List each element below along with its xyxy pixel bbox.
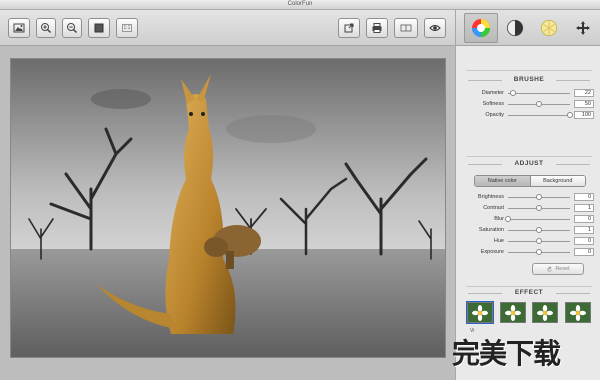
softness-value[interactable]: 50: [574, 100, 594, 108]
move-tab[interactable]: [566, 13, 600, 43]
saturation-row: Saturation 1: [466, 226, 594, 235]
actual-size-button[interactable]: 1:1: [116, 18, 138, 38]
title-bar: ColorFun: [0, 0, 600, 10]
reset-button[interactable]: Reset: [532, 263, 584, 275]
print-icon: [372, 23, 382, 33]
blur-slider[interactable]: [508, 219, 570, 220]
color-wheel-tab[interactable]: [464, 13, 498, 43]
contrast-label: Contrast: [483, 205, 504, 211]
color-mode-toggle: Native color Background: [474, 175, 586, 187]
opacity-row: Opacity 100: [466, 111, 594, 120]
reset-icon: [547, 265, 552, 272]
move-icon: [576, 21, 590, 35]
diameter-label: Diameter: [481, 90, 504, 96]
brightness-value[interactable]: 0: [574, 193, 594, 201]
diameter-slider[interactable]: [508, 93, 570, 94]
exposure-value[interactable]: 0: [574, 248, 594, 256]
exposure-slider-knob[interactable]: [536, 249, 542, 255]
saturation-slider-knob[interactable]: [536, 227, 542, 233]
exposure-row: Exposure 0: [466, 248, 594, 257]
effect-title: EFFECT: [468, 289, 590, 296]
background-button[interactable]: Background: [530, 176, 585, 186]
diameter-value[interactable]: 22: [574, 89, 594, 97]
brightness-label: Brightness: [478, 194, 504, 200]
split-view-icon: [400, 24, 412, 32]
zoom-out-button[interactable]: [62, 18, 82, 38]
brightness-row: Brightness 0: [466, 193, 594, 202]
kangaroo-photo: [11, 59, 445, 357]
photo-canvas[interactable]: [10, 58, 446, 358]
blur-row: Blur 0: [466, 215, 594, 224]
eye-icon: [429, 25, 441, 31]
softness-label: Softness: [482, 101, 504, 107]
blur-value[interactable]: 0: [574, 215, 594, 223]
exposure-label: Exposure: [480, 249, 504, 255]
watermark-logo: 完美下载: [452, 337, 561, 370]
saturation-label: Saturation: [478, 227, 504, 233]
effect-thumb[interactable]: [466, 301, 494, 324]
diameter-slider-knob[interactable]: [509, 90, 516, 96]
tools-panel: BRUSHE Diameter 22 Softness 50 Opacity 1…: [455, 10, 600, 380]
grayscale-tab[interactable]: [498, 13, 532, 43]
window-title: ColorFun: [287, 1, 313, 7]
effect-thumb[interactable]: [532, 302, 559, 323]
print-button[interactable]: [366, 18, 388, 38]
flower-icon: [537, 304, 554, 321]
divider: [466, 286, 592, 287]
pattern-tab[interactable]: [532, 13, 566, 43]
brushe-title: BRUSHE: [468, 76, 590, 83]
export-icon: [344, 23, 354, 33]
opacity-value[interactable]: 100: [574, 111, 594, 119]
contrast-value[interactable]: 1: [574, 204, 594, 212]
open-image-button[interactable]: [8, 18, 30, 38]
native-color-button[interactable]: Native color: [475, 176, 531, 186]
zoom-in-icon: [41, 23, 52, 34]
saturation-value[interactable]: 1: [574, 226, 594, 234]
hue-value[interactable]: 0: [574, 237, 594, 245]
diameter-row: Diameter 22: [466, 89, 594, 98]
effect-thumb[interactable]: [564, 302, 591, 323]
image-icon: [13, 23, 25, 33]
brightness-slider-knob[interactable]: [536, 194, 542, 200]
flower-icon: [569, 304, 586, 321]
opacity-slider-knob[interactable]: [567, 112, 573, 118]
opacity-slider[interactable]: [508, 115, 570, 116]
compare-button[interactable]: [394, 18, 418, 38]
adjust-title: ADJUST: [468, 160, 590, 167]
pattern-icon: [540, 19, 558, 37]
flower-icon: [472, 304, 488, 321]
blur-label: Blur: [494, 216, 504, 222]
zoom-out-icon: [67, 23, 78, 34]
softness-row: Softness 50: [466, 100, 594, 109]
actual-size-icon: 1:1: [121, 24, 133, 32]
grayscale-icon: [506, 19, 524, 37]
opacity-label: Opacity: [485, 112, 504, 118]
panel-tabs: [456, 10, 600, 46]
effect-thumbnails: [466, 301, 591, 324]
hue-slider-knob[interactable]: [536, 238, 542, 244]
reset-label: Reset: [555, 266, 570, 272]
color-wheel-icon: [472, 19, 490, 37]
hue-row: Hue 0: [466, 237, 594, 246]
contrast-row: Contrast 1: [466, 204, 594, 213]
divider: [466, 156, 592, 157]
effect-thumb[interactable]: [499, 302, 526, 323]
zoom-in-button[interactable]: [36, 18, 56, 38]
fit-icon: [94, 23, 104, 33]
hue-label: Hue: [493, 238, 504, 244]
blur-slider-knob[interactable]: [505, 216, 511, 222]
contrast-slider-knob[interactable]: [536, 205, 542, 211]
softness-slider-knob[interactable]: [536, 101, 542, 107]
divider: [466, 70, 592, 71]
preview-button[interactable]: [424, 18, 446, 38]
canvas-area[interactable]: [0, 46, 455, 380]
export-button[interactable]: [338, 18, 360, 38]
toolbar: 1:1: [0, 10, 455, 46]
flower-icon: [504, 304, 521, 321]
fit-window-button[interactable]: [88, 18, 110, 38]
